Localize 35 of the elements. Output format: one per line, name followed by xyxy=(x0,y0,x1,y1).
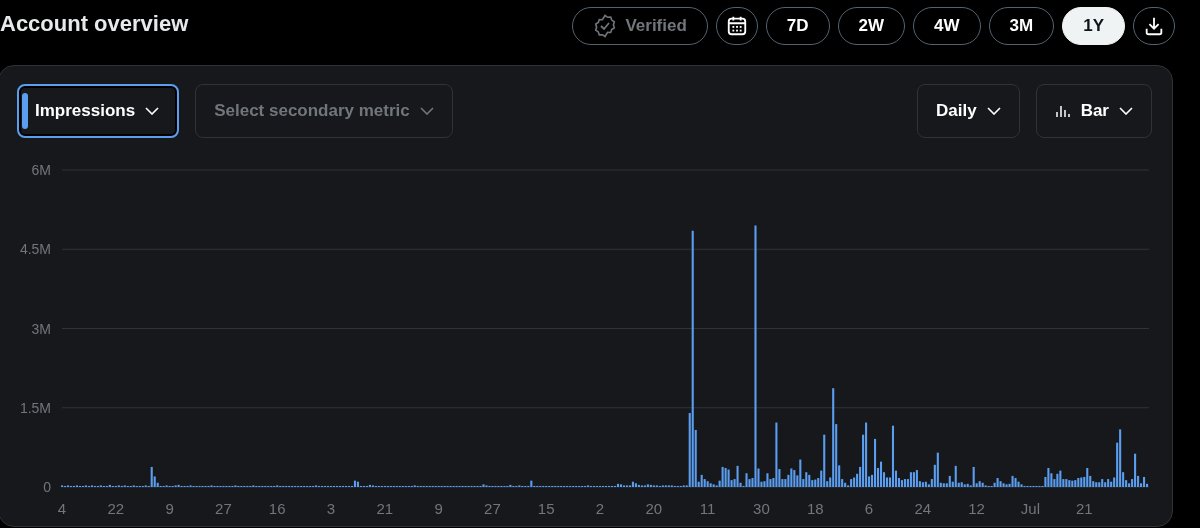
range-tab[interactable]: 1Y xyxy=(1062,7,1125,45)
x-axis-label: 22 xyxy=(107,500,125,517)
x-axis-label: 30 xyxy=(753,500,770,517)
y-axis-label: 0 xyxy=(43,479,51,495)
x-axis-label: 2 xyxy=(595,500,605,517)
interval-dropdown[interactable]: Daily xyxy=(917,84,1020,138)
y-axis-label: 3M xyxy=(31,320,51,337)
y-axis-label: 1.5M xyxy=(19,399,51,416)
x-axis-label: 9 xyxy=(434,500,443,517)
x-axis-label: 27 xyxy=(484,500,501,517)
x-axis-label: 21 xyxy=(376,500,394,517)
y-axis-label: 6M xyxy=(31,162,51,178)
page-title: Account overview xyxy=(0,11,189,38)
x-axis-label: 21 xyxy=(1075,500,1093,517)
range-tab[interactable]: 7D xyxy=(765,7,830,45)
x-axis-label: 16 xyxy=(268,500,286,517)
x-axis-label: 12 xyxy=(968,500,985,517)
x-axis-label: 6 xyxy=(864,500,874,517)
x-axis-label: 24 xyxy=(914,500,932,517)
x-axis-label: 4 xyxy=(57,500,67,517)
range-tab[interactable]: 2W xyxy=(837,7,906,45)
x-axis-label: 9 xyxy=(165,500,174,517)
chart-type-dropdown[interactable]: Bar xyxy=(1035,84,1152,138)
x-axis-label: Jul xyxy=(1020,500,1040,517)
range-tab[interactable]: 3M xyxy=(988,7,1055,45)
x-axis-label: 20 xyxy=(645,500,663,517)
y-axis-label: 4.5M xyxy=(19,241,51,258)
x-axis-label: 11 xyxy=(699,500,716,517)
x-axis-label: 18 xyxy=(806,500,824,517)
x-axis-label: 15 xyxy=(537,500,555,517)
metric-dropdown[interactable]: Impressions xyxy=(17,84,180,138)
secondary-metric-dropdown[interactable]: Select secondary metric xyxy=(195,84,453,138)
range-tab[interactable]: 4W xyxy=(913,7,981,45)
x-axis-label: 3 xyxy=(326,500,336,517)
x-axis-label: 27 xyxy=(215,500,232,517)
